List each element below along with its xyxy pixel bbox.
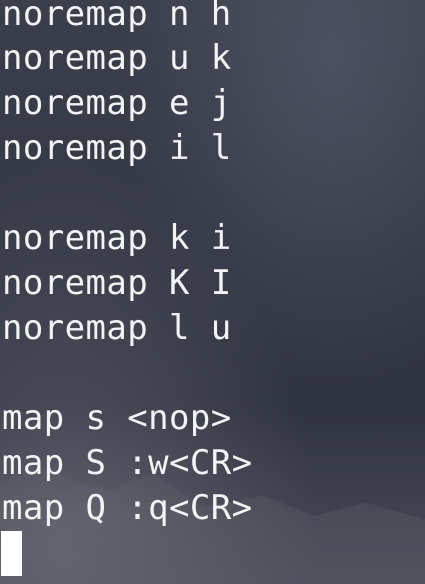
terminal-line: noremap n h	[2, 0, 232, 34]
terminal-line: noremap l u	[2, 308, 232, 348]
terminal-line: noremap e j	[2, 83, 232, 123]
terminal-line: noremap K I	[2, 263, 232, 303]
terminal-line: noremap u k	[2, 38, 232, 78]
terminal-line: map S :w<CR>	[2, 443, 253, 483]
terminal-line: map Q :q<CR>	[2, 488, 253, 528]
terminal-line: map s <nop>	[2, 398, 232, 438]
text-cursor[interactable]	[1, 531, 22, 576]
terminal-line: noremap i l	[2, 128, 232, 168]
terminal-line: noremap k i	[2, 218, 232, 258]
terminal-window[interactable]: noremap n h noremap u k noremap e j nore…	[0, 0, 425, 584]
